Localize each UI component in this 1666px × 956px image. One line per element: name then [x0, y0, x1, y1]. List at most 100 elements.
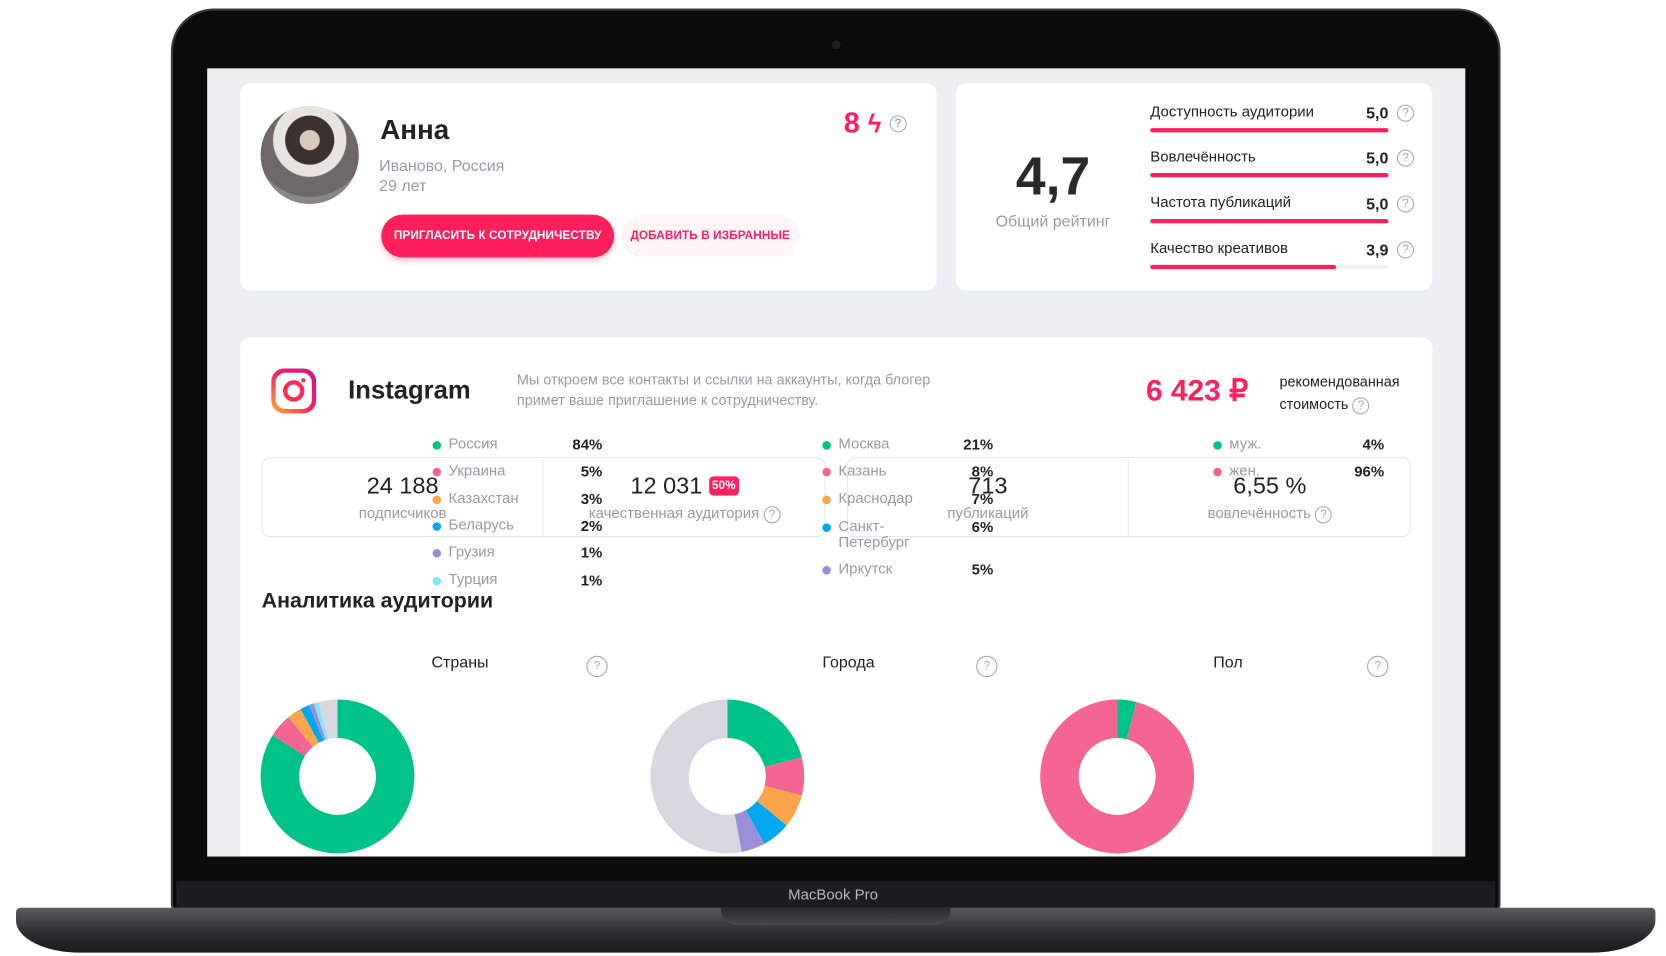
- legend-dot: [822, 566, 831, 575]
- help-icon[interactable]: ?: [763, 506, 781, 524]
- profile-card: Анна Иваново, Россия 29 лет ПРИГЛАСИТЬ К…: [240, 83, 937, 291]
- contacts-note-line: примет ваше приглашение к сотрудничеству…: [516, 391, 819, 408]
- legend-value: 5%: [971, 560, 994, 578]
- legend-label: Казахстан: [448, 489, 519, 507]
- legend-value: 4%: [1362, 435, 1385, 453]
- donut-chart: [650, 699, 805, 854]
- legend-value: 1%: [580, 571, 603, 589]
- rating-bar: [1150, 128, 1389, 133]
- score: 8 ϟ ?: [844, 107, 907, 140]
- rating-bar-fill: [1150, 218, 1389, 224]
- camera-icon: [831, 40, 841, 50]
- help-icon[interactable]: ?: [1396, 241, 1415, 259]
- chart-title: Пол: [1213, 653, 1243, 672]
- legend-value: 21%: [963, 435, 994, 453]
- legend-value: 84%: [572, 435, 603, 453]
- legend-value: 5%: [580, 462, 603, 480]
- legend-value: 8%: [971, 462, 994, 480]
- rating-bar-fill: [1150, 264, 1337, 270]
- legend-label: Москва: [838, 434, 890, 452]
- legend-value: 7%: [971, 490, 994, 508]
- legend-dot: [1213, 467, 1222, 477]
- legend-label: Санкт-Петербург: [838, 516, 910, 551]
- legend-dot: [822, 523, 831, 532]
- legend-dot: [432, 522, 442, 531]
- recommended-price: 6 423 ₽: [1145, 373, 1249, 407]
- avatar: [260, 105, 359, 204]
- donut-chart: [1040, 699, 1195, 854]
- price-label: рекомендованная стоимость ?: [1279, 371, 1400, 416]
- legend-dot: [432, 467, 442, 477]
- platform-title: Instagram: [348, 375, 471, 405]
- invite-button[interactable]: ПРИГЛАСИТЬ К СОТРУДНИЧЕСТВУ: [381, 214, 615, 258]
- stat-value: 12 031: [630, 472, 703, 499]
- instagram-icon: [271, 368, 317, 414]
- help-icon[interactable]: ?: [1352, 397, 1370, 415]
- total-rating: 4,7: [1015, 146, 1091, 207]
- screen: Анна Иваново, Россия 29 лет ПРИГЛАСИТЬ К…: [207, 68, 1466, 857]
- help-icon[interactable]: ?: [1396, 195, 1415, 213]
- legend-label: Россия: [448, 434, 498, 452]
- price-label-line: стоимость: [1279, 396, 1349, 413]
- device-label: MacBook Pro: [788, 885, 878, 903]
- legend-value: 1%: [580, 543, 603, 561]
- help-icon[interactable]: ?: [1396, 149, 1415, 167]
- legend-value: 6%: [971, 517, 994, 536]
- stat-label: вовлечённость: [1207, 504, 1311, 522]
- help-icon[interactable]: ?: [1367, 655, 1389, 678]
- rating-value: 5,0: [1366, 104, 1389, 123]
- slice-жен.: [1040, 699, 1195, 854]
- rating-value: 3,9: [1366, 241, 1389, 260]
- legend-value: 2%: [580, 516, 603, 534]
- help-icon[interactable]: ?: [1396, 104, 1415, 122]
- rating-bar-fill: [1150, 173, 1389, 178]
- help-icon[interactable]: ?: [889, 115, 907, 133]
- add-favorite-button[interactable]: ДОБАВИТЬ В ИЗБРАННЫЕ: [621, 214, 799, 258]
- percent-badge: 50%: [708, 476, 739, 496]
- contacts-note-line: Мы откроем все контакты и ссылки на акка…: [516, 371, 931, 388]
- rating-label: Вовлечённость: [1150, 147, 1256, 165]
- legend-label: Казань: [838, 461, 887, 479]
- profile-name: Анна: [380, 113, 450, 146]
- legend-label: Грузия: [448, 542, 495, 560]
- legend-label: Беларусь: [448, 515, 514, 533]
- legend-dot: [1213, 441, 1222, 450]
- legend-dot: [822, 441, 831, 450]
- legend-dot: [432, 441, 442, 450]
- laptop-notch: [720, 907, 951, 925]
- rating-label: Доступность аудитории: [1150, 102, 1314, 120]
- legend-label: муж.: [1229, 434, 1262, 452]
- rating-label: Частота публикаций: [1150, 193, 1291, 211]
- help-icon[interactable]: ?: [586, 655, 608, 678]
- slice-Москва: [727, 699, 802, 767]
- legend-value: 3%: [580, 490, 603, 508]
- legend-label: Краснодар: [838, 489, 913, 507]
- legend-label: Украина: [448, 461, 506, 479]
- rating-bar: [1150, 218, 1389, 224]
- price-label-line: рекомендованная: [1279, 373, 1400, 390]
- help-icon[interactable]: ?: [976, 655, 998, 678]
- legend-label: Турция: [448, 570, 498, 588]
- chart-title: Города: [822, 653, 875, 672]
- total-rating-label: Общий рейтинг: [995, 212, 1111, 231]
- profile-age: 29 лет: [379, 177, 427, 196]
- rating-value: 5,0: [1366, 149, 1389, 168]
- rating-bar-fill: [1150, 128, 1389, 133]
- help-icon[interactable]: ?: [1315, 506, 1333, 524]
- legend-dot: [432, 548, 442, 558]
- legend-dot: [822, 495, 831, 505]
- donut-chart: [260, 699, 415, 854]
- rating-value: 5,0: [1366, 195, 1389, 214]
- legend-value: 96%: [1354, 462, 1385, 480]
- legend-dot: [822, 467, 831, 477]
- lightning-icon: ϟ: [867, 110, 882, 139]
- stat-label: качественная аудитория: [588, 504, 760, 522]
- analytics-title: Аналитика аудитории: [261, 589, 494, 614]
- score-value: 8: [843, 106, 860, 139]
- legend-dot: [432, 495, 442, 505]
- rating-bar: [1150, 173, 1389, 178]
- legend-dot: [432, 576, 442, 586]
- rating-bar: [1150, 264, 1389, 270]
- profile-location: Иваново, Россия: [379, 156, 505, 176]
- legend-label: жен.: [1229, 461, 1261, 479]
